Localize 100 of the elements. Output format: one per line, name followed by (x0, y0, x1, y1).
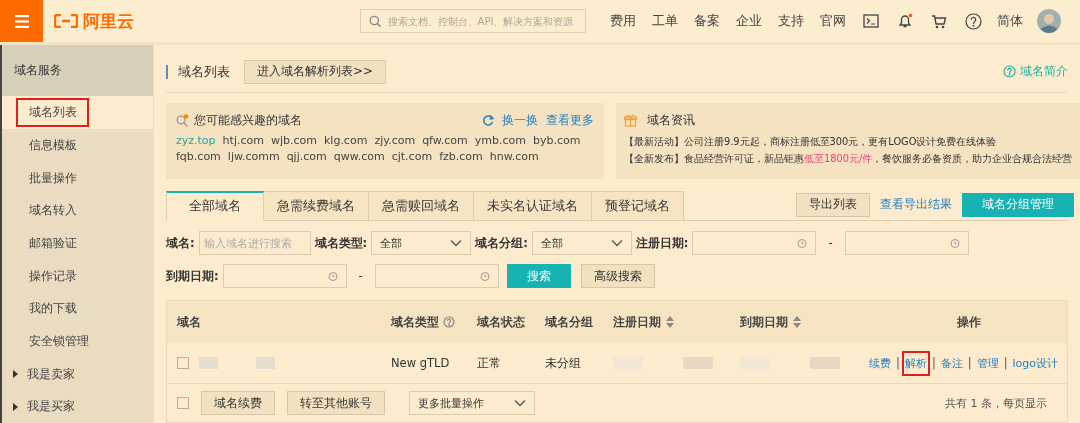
batch-select[interactable]: 更多批量操作 (409, 391, 535, 415)
logo-icon (54, 14, 78, 28)
sidebar-group[interactable]: 我是买家 (2, 390, 153, 423)
sort-icon (792, 315, 802, 329)
nav-link[interactable]: 企业 (728, 12, 770, 30)
domain-link[interactable]: hnw.com (489, 150, 539, 164)
menu-button[interactable] (0, 0, 43, 42)
domain-link[interactable]: byb.com (533, 134, 581, 148)
sidebar-item[interactable]: 域名转入 (2, 194, 153, 228)
sidebar-item[interactable]: 批量操作 (2, 161, 153, 195)
field-label: 域名分组: (475, 235, 528, 251)
export-button[interactable]: 导出列表 (796, 192, 870, 217)
nav-link[interactable]: 支持 (770, 12, 812, 30)
domain-link[interactable]: fzb.com (439, 150, 483, 164)
action-link[interactable]: 备注 (937, 350, 966, 376)
nav-link[interactable]: 官网 (812, 12, 854, 30)
separator: | (896, 356, 900, 370)
tab[interactable]: 未实名认证域名 (474, 191, 592, 221)
batch-button[interactable]: 域名续费 (201, 391, 275, 415)
column-header[interactable]: 操作 (956, 314, 981, 330)
checkbox[interactable] (177, 357, 189, 369)
domain-link[interactable]: ljw.comm (227, 150, 280, 164)
checkbox[interactable] (177, 397, 189, 409)
range-separator: - (358, 269, 363, 283)
domain-link[interactable]: qww.com (333, 150, 385, 164)
domain-link[interactable]: qjj.com (286, 150, 327, 164)
domain-link[interactable]: ymb.com (474, 134, 526, 148)
nav-link[interactable]: 备案 (686, 12, 728, 30)
action-link[interactable]: 管理 (973, 350, 1002, 376)
chevron-down-icon (450, 239, 463, 247)
pagination-info: 共有 1 条，每页显示 (945, 395, 1047, 411)
domain-link[interactable]: zjy.com (374, 134, 416, 148)
nav-link[interactable]: 费用 (602, 12, 644, 30)
action-link[interactable]: logo设计 (1009, 350, 1061, 376)
column-header[interactable]: 注册日期 (613, 314, 675, 330)
menu-icon (14, 14, 29, 28)
date-field[interactable] (844, 231, 969, 255)
gift-icon (624, 113, 637, 127)
search-field[interactable]: 搜索文档、控制台、API、解决方案和资源 (360, 9, 586, 33)
help-icon (965, 12, 982, 30)
tab[interactable]: 急需续费域名 (264, 191, 369, 221)
chevron-down-icon (514, 399, 526, 407)
card-title: 您可能感兴趣的域名 (194, 111, 302, 129)
news-item[interactable]: 【全新发布】食品经营许可证，新品钜惠低至1800元/件，餐饮服务必备资质，助力企业合规合法经营 (624, 150, 1073, 168)
dns-list-button[interactable]: 进入域名解析列表>> (244, 59, 387, 84)
sidebar-group[interactable]: 我是卖家 (2, 357, 153, 391)
tab[interactable]: 预登记域名 (592, 191, 684, 221)
refresh-icon (482, 114, 494, 127)
export-results-link[interactable]: 查看导出结果 (880, 196, 952, 214)
domain-link[interactable]: htj.com (222, 134, 264, 148)
table-cell: New gTLD (391, 356, 450, 370)
domain-search-field[interactable]: 输入域名进行搜索 (198, 231, 311, 255)
card-link[interactable]: 换一换 (502, 111, 538, 129)
tab[interactable]: 急需赎回域名 (369, 191, 474, 221)
sort-icon (665, 315, 675, 329)
separator: | (967, 356, 972, 370)
nav-link[interactable]: 工单 (644, 12, 686, 30)
field-label: 到期日期: (166, 268, 219, 284)
field-label: 域名: (166, 235, 195, 251)
separator: | (1003, 356, 1008, 370)
news-item[interactable]: 【最新活动】公司注册9.9元起，商标注册低至300元，更有LOGO设计免费在线体验 (624, 133, 997, 151)
bell-icon[interactable] (897, 13, 913, 29)
avatar[interactable] (1037, 9, 1061, 33)
date-field[interactable] (692, 231, 817, 255)
language-link[interactable]: 简体 (997, 12, 1023, 30)
sidebar-item[interactable]: 安全锁管理 (2, 325, 153, 358)
action-link[interactable]: 解析 (901, 350, 930, 376)
caret-right-icon (12, 402, 19, 411)
tab[interactable]: 全部域名 (166, 191, 264, 221)
sidebar-item[interactable]: 操作记录 (2, 259, 153, 293)
action-link[interactable]: 续费 (866, 350, 894, 376)
card-title: 域名资讯 (647, 111, 695, 129)
terminal-icon[interactable] (863, 14, 879, 28)
card-link[interactable]: 查看更多 (546, 111, 594, 129)
domain-link[interactable]: fqb.com (176, 150, 221, 164)
table-cell: 未分组 (545, 355, 581, 371)
batch-button[interactable]: 转至其他账号 (287, 391, 385, 415)
page-title: 域名列表 (166, 64, 230, 79)
domain-link[interactable]: qfw.com (422, 134, 468, 148)
column-header[interactable]: 域名分组 (545, 314, 593, 330)
column-header[interactable]: 域名类型 (391, 314, 455, 330)
help-icon (443, 316, 455, 328)
column-header[interactable]: 域名 (177, 314, 201, 330)
domain-link[interactable]: cjt.com (391, 150, 433, 164)
advanced-search-button[interactable]: 高级搜索 (580, 264, 655, 288)
cart-icon[interactable] (931, 13, 947, 29)
select-field[interactable]: 全部 (531, 231, 632, 255)
sidebar-item[interactable]: 邮箱验证 (2, 227, 153, 260)
column-header[interactable]: 域名状态 (477, 314, 525, 330)
date-field[interactable] (374, 264, 499, 288)
column-header[interactable]: 到期日期 (740, 314, 802, 330)
select-field[interactable]: 全部 (371, 231, 472, 255)
sidebar-item[interactable]: 信息模板 (2, 129, 153, 162)
date-field[interactable] (222, 264, 347, 288)
sidebar-item[interactable]: 域名列表 (2, 96, 153, 130)
sidebar-item[interactable]: 我的下载 (2, 292, 153, 326)
domain-link[interactable]: klg.com (323, 134, 368, 148)
caret-right-icon (12, 370, 19, 379)
domain-link[interactable]: wjb.com (270, 134, 317, 148)
help-icon (1003, 65, 1016, 79)
